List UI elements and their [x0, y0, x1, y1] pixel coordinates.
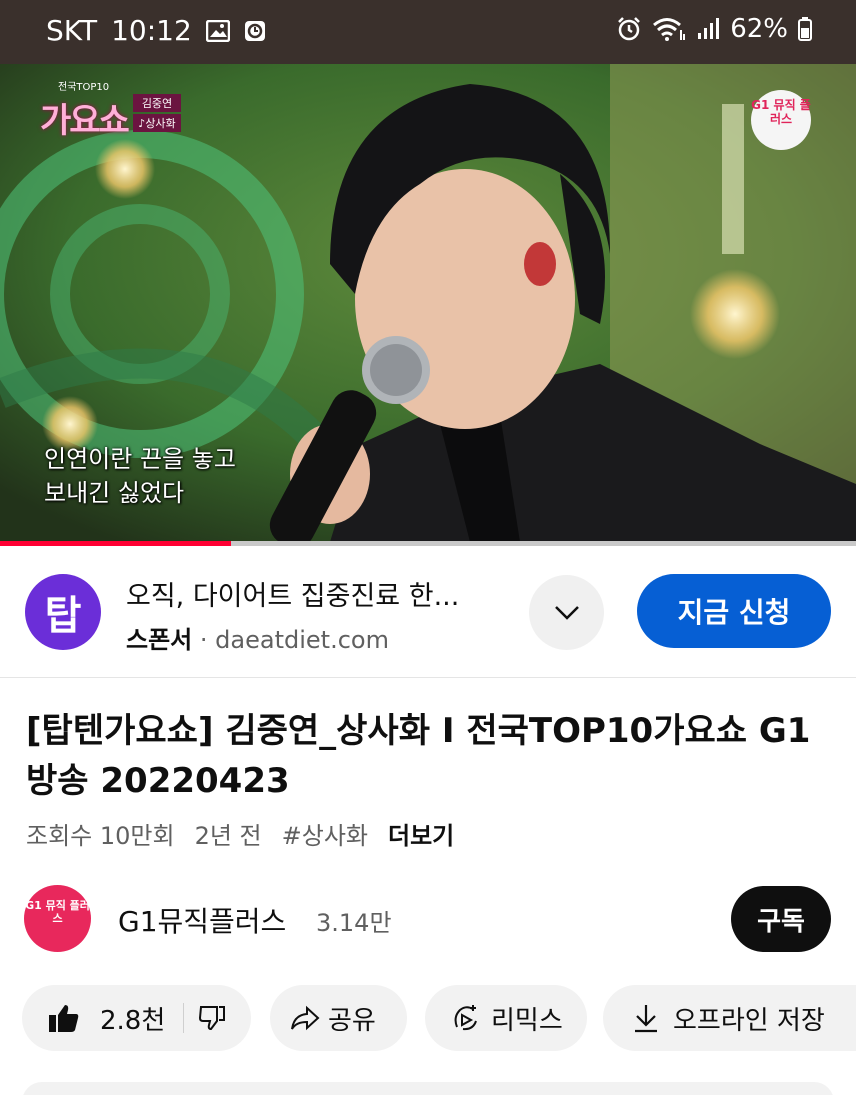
thumbs-up-icon	[49, 1005, 79, 1032]
subscribe-button[interactable]: 구독	[731, 886, 831, 952]
carrier-label: SKT	[46, 14, 98, 47]
wifi-icon	[652, 16, 686, 42]
ad-expand-button[interactable]	[529, 575, 604, 650]
like-button[interactable]	[48, 1003, 80, 1033]
share-icon	[290, 1005, 320, 1031]
show-song: ♪상사화	[133, 114, 181, 132]
download-icon	[633, 1003, 659, 1033]
channel-avatar[interactable]: G1 뮤직 플러스	[24, 885, 91, 952]
remix-icon	[451, 1003, 481, 1033]
subtitle-line-2: 보내긴 싫었다	[44, 479, 185, 507]
show-logo-top: 전국TOP10	[58, 82, 110, 93]
video-player[interactable]: 전국TOP10 가요쇼 김중연 ♪상사화 G1 뮤직 플러스 인연이란 끈을 놓…	[0, 64, 856, 542]
subscriber-count: 3.14만	[316, 909, 392, 937]
show-logo: 전국TOP10 가요쇼	[40, 78, 130, 142]
channel-name[interactable]: G1뮤직플러스	[118, 900, 286, 940]
more-button[interactable]: 더보기	[388, 816, 454, 851]
share-button[interactable]: 공유	[270, 985, 407, 1051]
show-logo-title: 가요쇼	[40, 101, 130, 141]
ad-meta: 스폰서 · daeatdiet.com	[126, 620, 389, 655]
ad-logo[interactable]: 탑	[25, 574, 101, 650]
ad-separator: ·	[199, 626, 208, 654]
view-count: 조회수 10만회	[26, 822, 175, 850]
show-singer: 김중연	[133, 94, 181, 112]
battery-icon	[798, 17, 812, 41]
ad-title[interactable]: 오직, 다이어트 집중진료 한...	[126, 574, 459, 613]
remix-label: 리믹스	[491, 1005, 563, 1036]
signal-icon	[696, 17, 720, 41]
like-separator	[183, 1003, 185, 1033]
offline-save-button[interactable]: 오프라인 저장	[603, 985, 856, 1051]
video-title[interactable]: [탑텐가요쇼] 김중연_상사화 I 전국TOP10가요쇼 G1방송 202204…	[26, 706, 836, 806]
alarm-icon	[616, 16, 642, 42]
like-count[interactable]: 2.8천	[100, 1000, 165, 1037]
dislike-button[interactable]	[198, 1005, 226, 1031]
channel-watermark: G1 뮤직 플러스	[751, 90, 811, 150]
divider	[0, 677, 856, 678]
ad-cta-button[interactable]: 지금 신청	[637, 574, 831, 648]
status-bar: SKT 10:12 62%	[0, 0, 856, 64]
show-tag: 김중연 ♪상사화	[133, 94, 181, 134]
video-subtitle: 인연이란 끈을 놓고 보내긴 싫었다	[44, 442, 236, 510]
remix-button[interactable]: 리믹스	[425, 985, 587, 1051]
sponsor-label: 스폰서	[126, 626, 193, 654]
upload-age: 2년 전	[194, 822, 262, 850]
clock: 10:12	[111, 14, 192, 47]
app-notification-icon	[244, 20, 266, 42]
video-meta[interactable]: 조회수 10만회 2년 전 #상사화 더보기	[26, 816, 454, 851]
like-dislike-chip: 2.8천	[22, 985, 251, 1051]
hashtag[interactable]: #상사화	[282, 816, 368, 851]
chevron-down-icon	[554, 605, 579, 620]
subtitle-line-1: 인연이란 끈을 놓고	[44, 445, 236, 473]
thumbs-down-icon	[199, 1006, 226, 1031]
share-label: 공유	[328, 1005, 376, 1036]
battery-percent: 62%	[730, 14, 788, 44]
ad-domain: daeatdiet.com	[215, 626, 389, 654]
gallery-notification-icon	[205, 19, 230, 42]
offline-save-label: 오프라인 저장	[673, 1005, 825, 1036]
comments-teaser[interactable]	[22, 1082, 834, 1095]
